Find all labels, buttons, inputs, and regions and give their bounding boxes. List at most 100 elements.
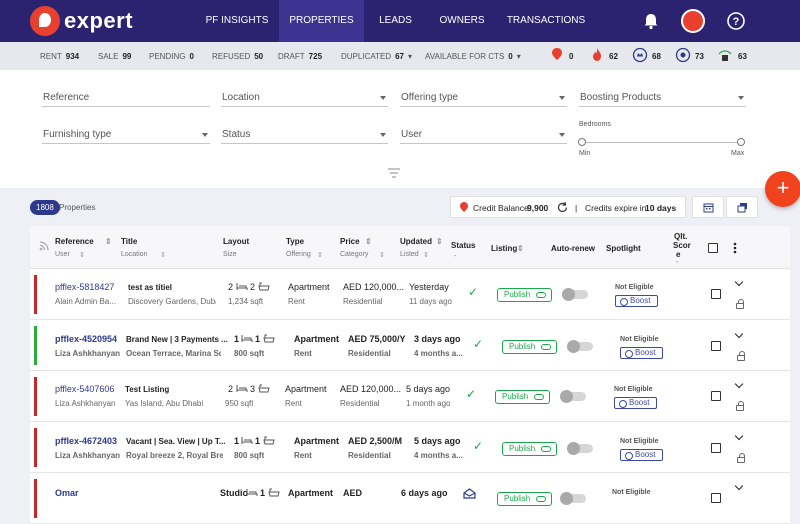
header-status-sort[interactable]: - xyxy=(454,253,456,260)
nav-leads[interactable]: LEADS xyxy=(364,0,427,42)
bedrooms-max-handle[interactable] xyxy=(737,138,745,146)
chevron-down-icon[interactable] xyxy=(734,379,744,389)
header-quality-score-sort[interactable]: - xyxy=(676,259,678,266)
sort-icon[interactable]: ⇕ xyxy=(160,251,166,259)
publish-button[interactable]: Publish xyxy=(497,288,552,302)
header-user[interactable]: User xyxy=(55,251,70,258)
header-type[interactable]: Type xyxy=(286,237,304,246)
premium-icon[interactable] xyxy=(632,47,648,63)
chevron-down-icon[interactable] xyxy=(734,277,744,287)
row-checkbox[interactable] xyxy=(711,289,721,299)
sort-icon[interactable]: ⇕ xyxy=(436,237,443,246)
publish-button[interactable]: Publish xyxy=(502,340,557,354)
header-listed[interactable]: Listed xyxy=(400,251,419,258)
select-all-checkbox[interactable] xyxy=(708,243,718,253)
bedrooms-min-handle[interactable] xyxy=(578,138,586,146)
sort-icon[interactable]: ⇕ xyxy=(79,251,85,259)
flame-icon[interactable] xyxy=(589,47,605,63)
auto-renew-toggle[interactable] xyxy=(567,340,593,353)
row-checkbox[interactable] xyxy=(711,493,721,503)
row-reference[interactable]: pfflex-4520954 xyxy=(55,334,117,344)
more-options-icon[interactable] xyxy=(733,242,737,254)
row-reference[interactable]: Omar xyxy=(55,488,79,498)
stack-view-button[interactable] xyxy=(726,196,758,218)
sort-icon[interactable]: ⇕ xyxy=(365,237,372,246)
bedrooms-slider-track[interactable] xyxy=(581,142,741,143)
header-listing[interactable]: Listing xyxy=(491,244,517,253)
header-offering[interactable]: Offering xyxy=(286,251,311,258)
header-category[interactable]: Category xyxy=(340,251,368,258)
publish-button[interactable]: Publish xyxy=(497,492,552,506)
row-reference[interactable]: pfflex-5407606 xyxy=(55,384,114,394)
auto-renew-toggle[interactable] xyxy=(560,492,586,505)
sort-icon[interactable]: ⇕ xyxy=(379,251,385,259)
boost-button[interactable]: Boost xyxy=(615,295,658,307)
lock-icon[interactable] xyxy=(737,453,745,463)
auto-renew-toggle[interactable] xyxy=(560,390,586,403)
header-title[interactable]: Title xyxy=(121,237,137,246)
row-title[interactable]: test as titiel xyxy=(128,283,172,292)
row-checkbox[interactable] xyxy=(711,443,721,453)
row-checkbox[interactable] xyxy=(711,391,721,401)
stat-available-for-cts[interactable]: AVAILABLE FOR CTS 0 ▾ xyxy=(425,52,521,61)
user-select[interactable]: User xyxy=(400,126,567,144)
nav-pf-insights[interactable]: PF INSIGHTS xyxy=(196,0,278,42)
user-avatar[interactable] xyxy=(681,9,705,33)
sort-icon[interactable]: ⇕ xyxy=(423,251,429,259)
stat-rent[interactable]: RENT 934 xyxy=(40,52,79,61)
calendar-button[interactable] xyxy=(692,196,724,218)
publish-button[interactable]: Publish xyxy=(495,390,550,404)
row-title[interactable]: Test Listing xyxy=(125,385,169,394)
stat-sale[interactable]: SALE 99 xyxy=(98,52,131,61)
header-updated[interactable]: Updated xyxy=(400,237,432,246)
table-row[interactable]: pfflex-4520954 Liza Ashkhanyan Brand New… xyxy=(30,320,790,371)
row-title[interactable]: Vacant | Sea. View | Up T... xyxy=(126,437,225,446)
header-reference[interactable]: Reference xyxy=(55,237,94,246)
boosting-products-select[interactable]: Boosting Products xyxy=(579,89,746,107)
boost-button[interactable]: Boost xyxy=(620,449,663,461)
auto-renew-toggle[interactable] xyxy=(567,442,593,455)
lock-icon[interactable] xyxy=(737,351,745,361)
sort-icon[interactable]: ⇕ xyxy=(317,251,323,259)
lock-icon[interactable] xyxy=(736,299,744,309)
nav-transactions[interactable]: TRANSACTIONS xyxy=(497,0,595,42)
nav-properties[interactable]: PROPERTIES xyxy=(279,0,364,42)
row-reference[interactable]: pfflex-4672403 xyxy=(55,436,117,446)
boost-button[interactable]: Boost xyxy=(620,347,663,359)
stat-draft[interactable]: DRAFT 725 xyxy=(278,52,322,61)
expert-logo[interactable]: expert xyxy=(30,6,133,36)
sort-icon[interactable]: ⇕ xyxy=(517,244,524,253)
location-select[interactable]: Location xyxy=(221,89,388,107)
stat-pending[interactable]: PENDING 0 xyxy=(149,52,194,61)
reference-input[interactable]: Reference xyxy=(42,89,210,107)
offering-type-select[interactable]: Offering type xyxy=(400,89,567,107)
boost-button[interactable]: Boost xyxy=(614,397,657,409)
table-row[interactable]: pfflex-5818427 Alain Admin Ba... test as… xyxy=(30,269,790,320)
header-quality-score-3[interactable]: e xyxy=(676,250,680,259)
pin-icon[interactable] xyxy=(549,47,565,63)
chevron-down-icon[interactable] xyxy=(734,431,744,441)
spotlight-icon[interactable] xyxy=(675,47,691,63)
auto-renew-toggle[interactable] xyxy=(562,288,588,301)
header-status[interactable]: Status xyxy=(451,241,475,250)
status-select[interactable]: Status xyxy=(221,126,388,144)
row-reference[interactable]: pfflex-5818427 xyxy=(55,282,114,292)
add-property-button[interactable]: + xyxy=(765,171,800,207)
stat-refused[interactable]: REFUSED 50 xyxy=(212,52,263,61)
filter-toggle-icon[interactable] xyxy=(388,168,400,178)
publish-button[interactable]: Publish xyxy=(502,442,557,456)
signal-lock-icon[interactable] xyxy=(717,47,733,63)
refresh-icon[interactable] xyxy=(557,202,568,213)
header-location[interactable]: Location xyxy=(121,251,147,258)
help-icon[interactable]: ? xyxy=(726,11,746,31)
lock-icon[interactable] xyxy=(736,401,744,411)
header-quality-score-1[interactable]: Qlt. xyxy=(674,232,687,241)
chevron-down-icon[interactable] xyxy=(734,329,744,339)
table-row[interactable]: Omar Studio 1 Apartment AED 6 days ago P… xyxy=(30,473,790,524)
stat-duplicated[interactable]: DUPLICATED 67 ▾ xyxy=(341,52,412,61)
table-row[interactable]: pfflex-5407606 Liza Ashkhanyan Test List… xyxy=(30,371,790,422)
header-price[interactable]: Price xyxy=(340,237,360,246)
furnishing-type-select[interactable]: Furnishing type xyxy=(42,126,210,144)
row-checkbox[interactable] xyxy=(711,341,721,351)
chevron-down-icon[interactable] xyxy=(734,481,744,491)
